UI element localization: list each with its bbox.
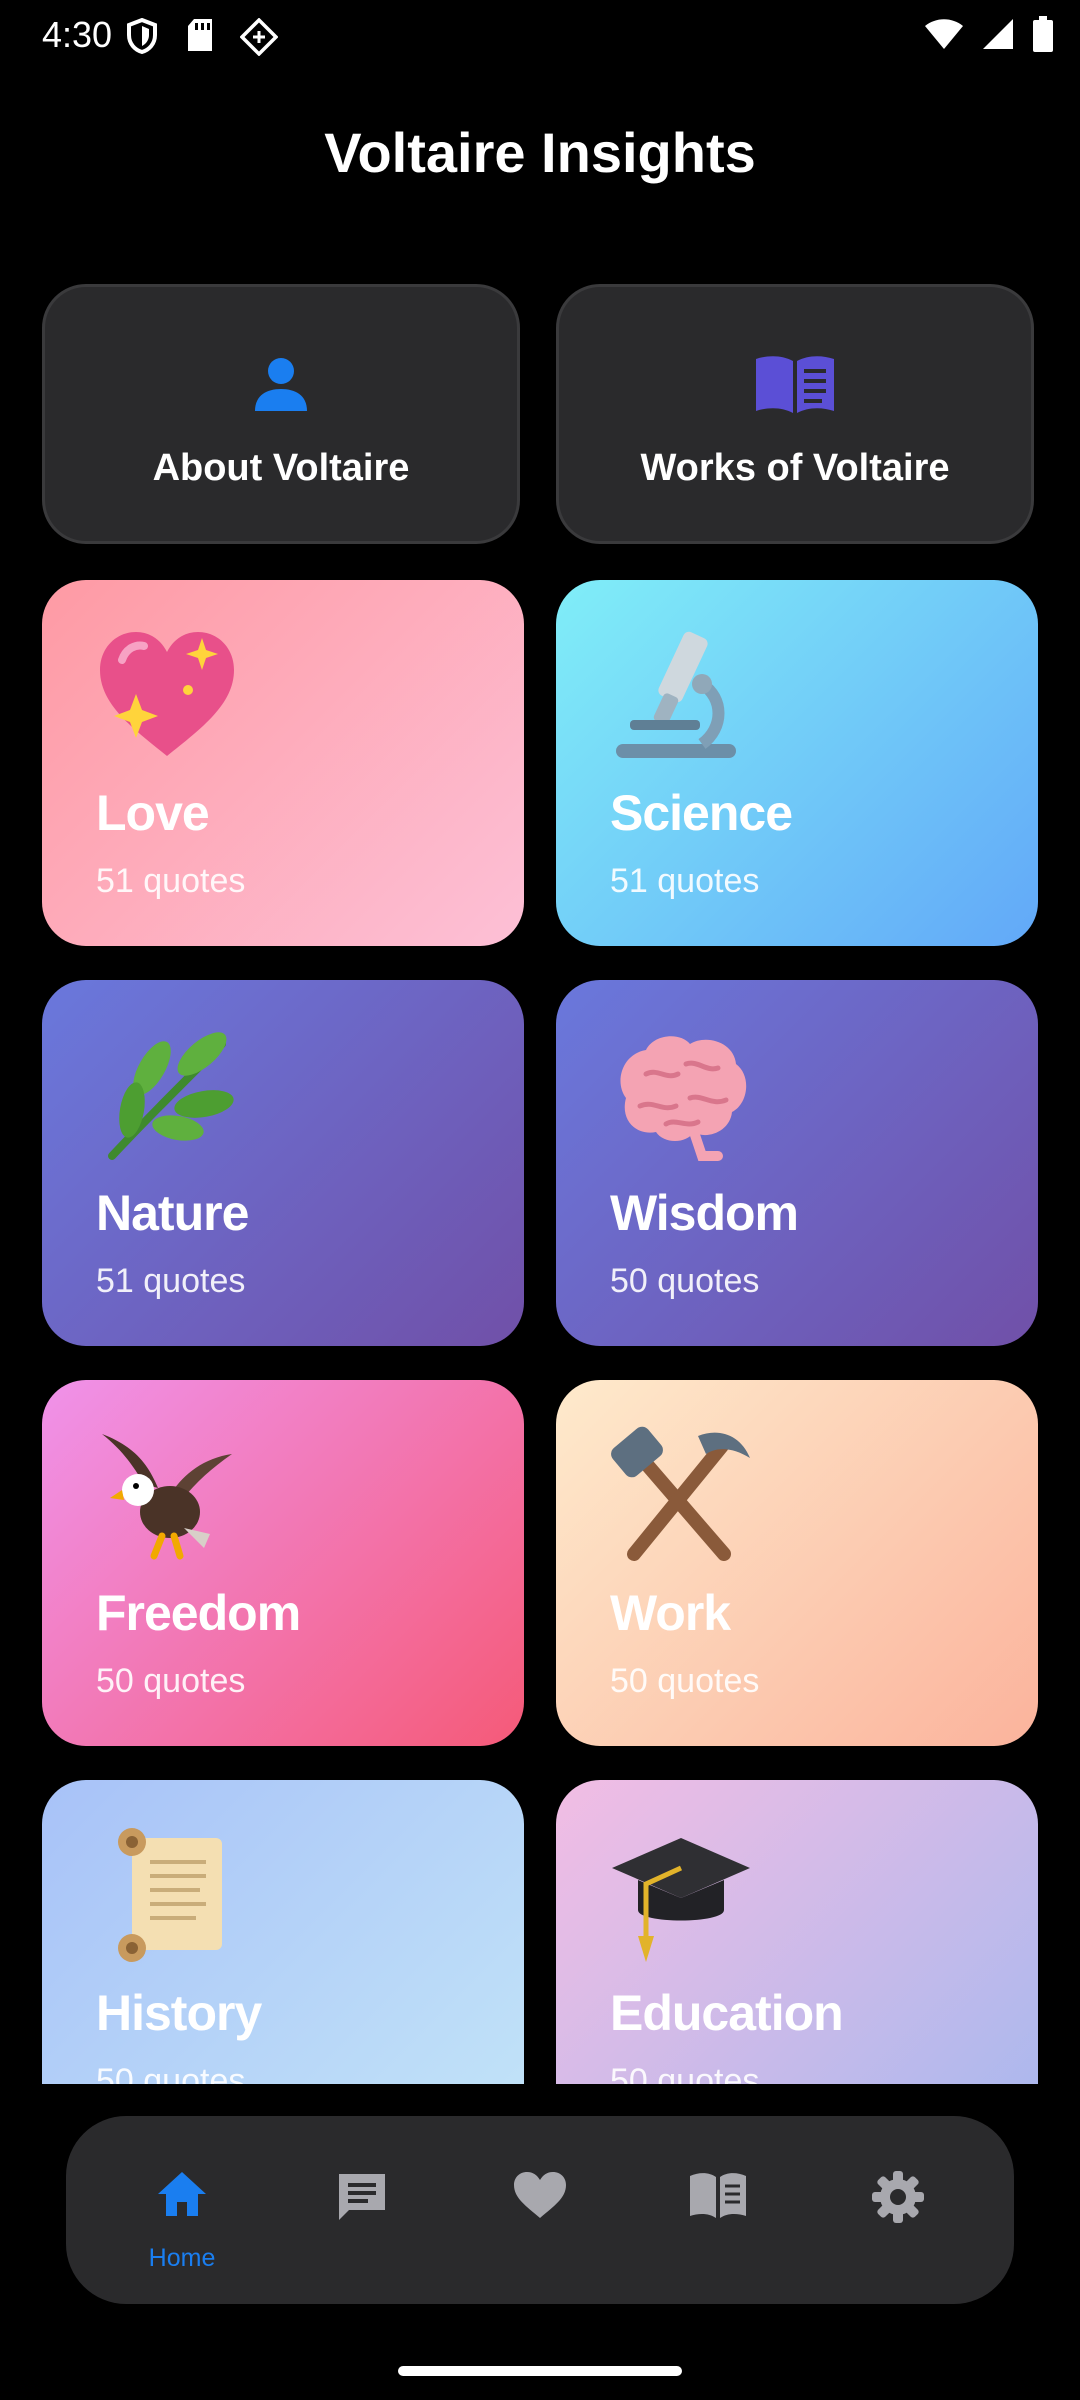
sparkling-heart-icon bbox=[100, 632, 234, 756]
heart-icon bbox=[514, 2172, 566, 2218]
eagle-icon bbox=[102, 1434, 232, 1560]
nav-home-label: Home bbox=[148, 2244, 216, 2272]
category-count: 51 quotes bbox=[96, 1262, 246, 1300]
category-count: 51 quotes bbox=[610, 862, 760, 900]
category-name: Nature bbox=[96, 1185, 249, 1241]
nav-works[interactable] bbox=[638, 2116, 798, 2304]
category-card-love[interactable]: Love 51 quotes bbox=[42, 580, 524, 946]
chat-icon bbox=[339, 2174, 385, 2220]
gear-icon bbox=[872, 2171, 924, 2223]
category-card-freedom[interactable]: Freedom 50 quotes bbox=[42, 1380, 524, 1746]
category-grid: Love 51 quotes Science 51 quotes Nature … bbox=[0, 0, 1080, 2084]
home-icon bbox=[158, 2172, 206, 2216]
category-count: 50 quotes bbox=[610, 2062, 760, 2084]
category-name: Freedom bbox=[96, 1585, 301, 1641]
category-name: Wisdom bbox=[610, 1185, 799, 1241]
category-count: 51 quotes bbox=[96, 862, 246, 900]
category-count: 50 quotes bbox=[610, 1262, 760, 1300]
brain-icon bbox=[620, 1036, 747, 1161]
book-icon bbox=[690, 2173, 746, 2218]
category-count: 50 quotes bbox=[96, 2062, 246, 2084]
nav-home[interactable]: Home bbox=[102, 2116, 262, 2304]
nav-chat[interactable] bbox=[282, 2116, 442, 2304]
category-card-science[interactable]: Science 51 quotes bbox=[556, 580, 1038, 946]
category-count: 50 quotes bbox=[96, 1662, 246, 1700]
category-name: Science bbox=[610, 785, 793, 841]
scroll-icon bbox=[118, 1828, 222, 1962]
category-name: Love bbox=[96, 785, 210, 841]
nav-settings[interactable] bbox=[818, 2116, 978, 2304]
category-card-history[interactable]: History 50 quotes bbox=[42, 1780, 524, 2084]
microscope-icon bbox=[616, 631, 736, 758]
category-card-nature[interactable]: Nature 51 quotes bbox=[42, 980, 524, 1346]
bottom-nav: Home bbox=[66, 2116, 1014, 2304]
herb-icon bbox=[108, 1032, 234, 1160]
category-count: 50 quotes bbox=[610, 1662, 760, 1700]
nav-favorites[interactable] bbox=[460, 2116, 620, 2304]
category-card-work[interactable]: Work 50 quotes bbox=[556, 1380, 1038, 1746]
category-card-wisdom[interactable]: Wisdom 50 quotes bbox=[556, 980, 1038, 1346]
category-card-education[interactable]: Education 50 quotes bbox=[556, 1780, 1038, 2084]
graduation-cap-icon bbox=[612, 1838, 750, 1962]
category-name: Work bbox=[610, 1585, 731, 1641]
hammer-and-pick-icon bbox=[611, 1426, 750, 1561]
home-indicator[interactable] bbox=[398, 2366, 682, 2376]
category-name: History bbox=[96, 1985, 262, 2041]
category-name: Education bbox=[610, 1985, 844, 2041]
